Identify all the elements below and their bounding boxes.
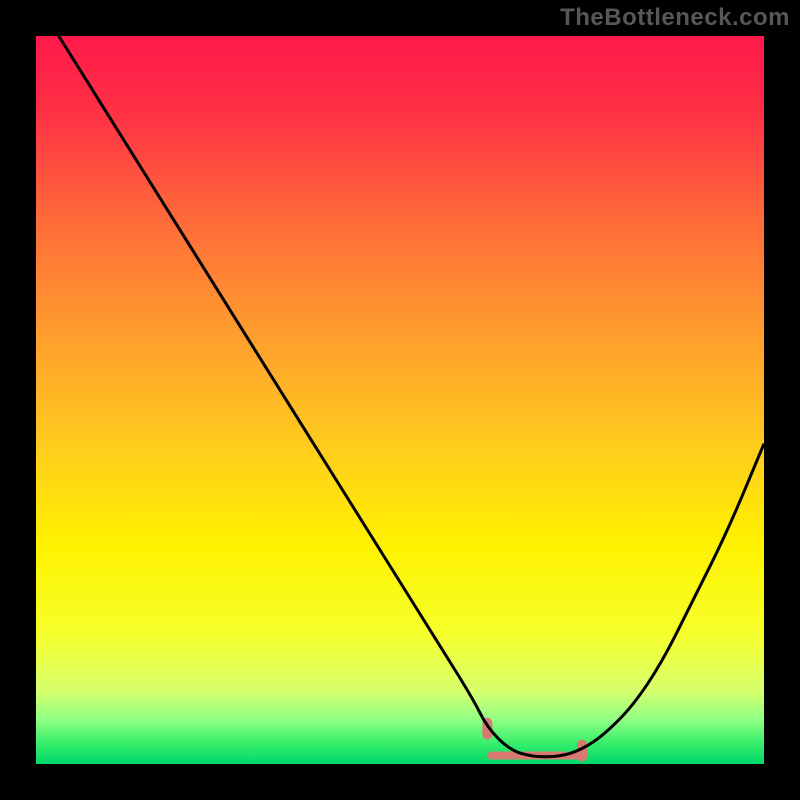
plot-area bbox=[36, 36, 764, 764]
watermark-text: TheBottleneck.com bbox=[560, 4, 790, 32]
chart-container: TheBottleneck.com bbox=[0, 0, 800, 800]
gradient-background bbox=[36, 36, 764, 764]
bottleneck-chart bbox=[36, 36, 764, 764]
